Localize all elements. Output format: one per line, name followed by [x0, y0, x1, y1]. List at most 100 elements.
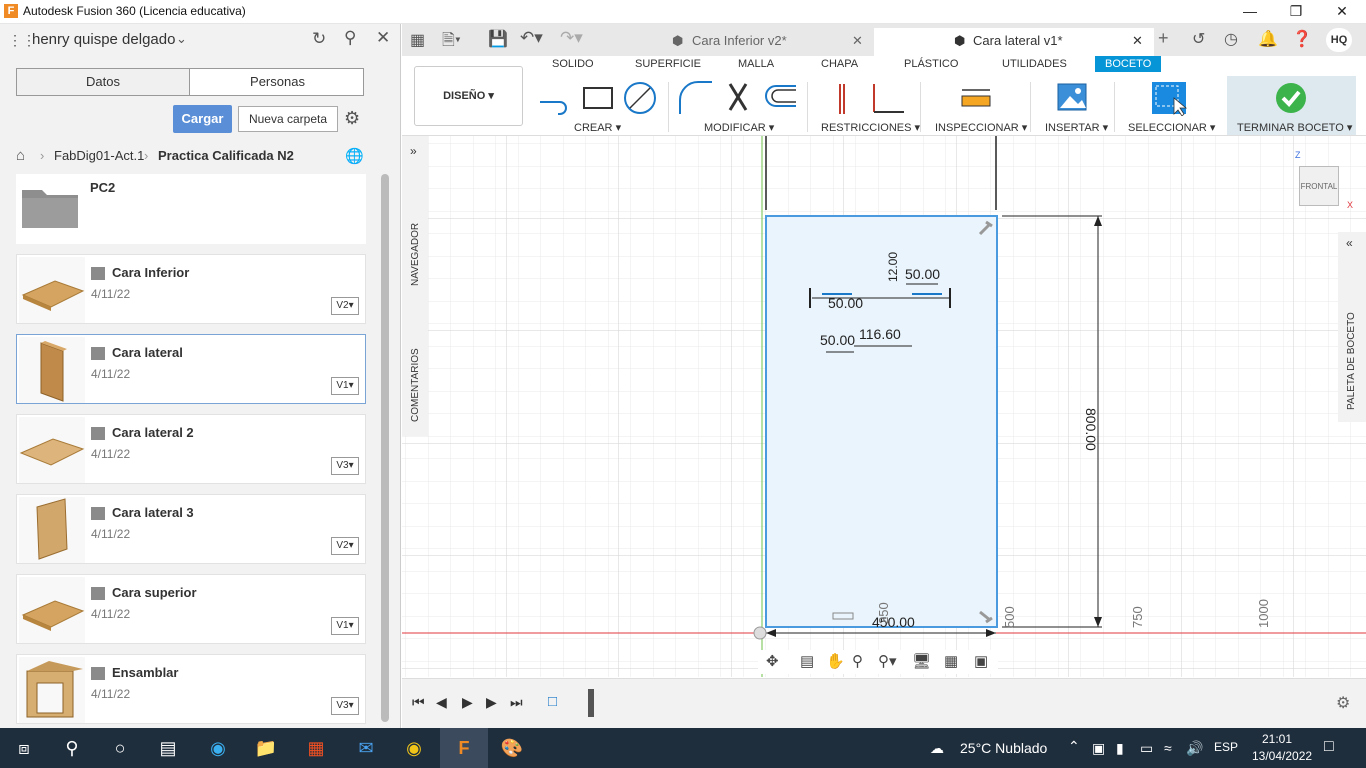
inspeccionar-menu[interactable]: INSPECCIONAR ▾	[935, 121, 1027, 134]
version-badge[interactable]: V3▾	[331, 457, 359, 475]
dim-height[interactable]: 800.00	[1083, 408, 1099, 451]
expand-browser-icon[interactable]: »	[410, 144, 417, 158]
redo-icon[interactable]: ↷▾	[560, 28, 583, 48]
mail-icon[interactable]: ✉	[342, 728, 390, 768]
display-settings-icon[interactable]: 🖥	[912, 652, 931, 670]
insertar-menu[interactable]: INSERTAR ▾	[1045, 121, 1108, 134]
extensions-icon[interactable]: ↺	[1192, 29, 1205, 49]
seleccionar-menu[interactable]: SELECCIONAR ▾	[1128, 121, 1215, 134]
sketch-palette-strip[interactable]: « PALETA DE BOCETO	[1338, 232, 1366, 422]
timeline-settings-icon[interactable]: ⚙	[1336, 693, 1350, 713]
clock-time[interactable]: 21:01	[1262, 732, 1292, 746]
close-panel-icon[interactable]: ✕	[376, 28, 390, 48]
dim-label[interactable]: 12.00	[886, 252, 900, 282]
start-icon[interactable]: ⧈	[0, 728, 48, 768]
sketch-viewport[interactable]	[402, 136, 1366, 677]
task-view-icon[interactable]: ▤	[144, 728, 192, 768]
tab-solido[interactable]: SOLIDO	[552, 58, 594, 70]
settings-gear-icon[interactable]: ⚙	[344, 108, 360, 129]
minimize-button[interactable]: —	[1227, 0, 1273, 24]
comments-label[interactable]: COMENTARIOS	[410, 348, 421, 422]
collapse-palette-icon[interactable]: «	[1346, 236, 1353, 250]
tray-usb-icon[interactable]: ▮	[1116, 740, 1124, 757]
document-tab[interactable]: ⬢ Cara Inferior v2* ✕	[596, 28, 872, 56]
breadcrumb-item[interactable]: FabDig01-Act.1	[54, 148, 144, 163]
new-folder-button[interactable]: Nueva carpeta	[238, 106, 338, 132]
file-item[interactable]: Cara lateral 2 4/11/22 V3▾	[16, 414, 366, 484]
go-to-start-icon[interactable]: ⏮	[412, 694, 425, 711]
tab-malla[interactable]: MALLA	[738, 58, 774, 70]
restricciones-menu[interactable]: RESTRICCIONES ▾	[821, 121, 920, 134]
version-badge[interactable]: V2▾	[331, 537, 359, 555]
step-back-icon[interactable]: ◀	[436, 694, 447, 711]
sketch-feature-icon[interactable]: □	[548, 693, 557, 710]
job-status-icon[interactable]: ◷	[1224, 29, 1238, 49]
file-item[interactable]: Ensamblar 4/11/22 V3▾	[16, 654, 366, 724]
version-badge[interactable]: V1▾	[331, 377, 359, 395]
tab-chapa[interactable]: CHAPA	[821, 58, 858, 70]
notifications-icon[interactable]: 🔔	[1258, 29, 1278, 49]
home-icon[interactable]: ⌂	[16, 147, 25, 164]
version-badge[interactable]: V2▾	[331, 297, 359, 315]
orbit-icon[interactable]: ✥	[766, 652, 779, 670]
search-icon[interactable]: ⚲	[344, 28, 356, 48]
user-name[interactable]: henry quispe delgado	[32, 31, 175, 48]
save-icon[interactable]: 💾	[488, 29, 508, 49]
modify-tools-icons[interactable]	[676, 80, 800, 116]
close-button[interactable]: ✕	[1319, 0, 1365, 24]
step-forward-icon[interactable]: ▶	[486, 694, 497, 711]
language-indicator[interactable]: ESP	[1214, 740, 1238, 754]
file-item[interactable]: Cara Inferior 4/11/22 V2▾	[16, 254, 366, 324]
app-grid-icon[interactable]: ▦	[410, 30, 425, 50]
search-icon[interactable]: ⚲	[48, 728, 96, 768]
weather-text[interactable]: 25°C Nublado	[960, 740, 1047, 756]
grid-settings-icon[interactable]: ▦	[944, 652, 958, 670]
tab-utilidades[interactable]: UTILIDADES	[1002, 58, 1067, 70]
timeline-marker[interactable]	[588, 689, 594, 717]
file-explorer-icon[interactable]: 📁	[242, 728, 290, 768]
select-icon[interactable]	[1150, 80, 1188, 116]
user-avatar[interactable]: HQ	[1326, 28, 1352, 52]
viewports-icon[interactable]: ▣	[974, 652, 988, 670]
version-badge[interactable]: V3▾	[331, 697, 359, 715]
version-badge[interactable]: V1▾	[331, 617, 359, 635]
modificar-menu[interactable]: MODIFICAR ▾	[704, 121, 774, 134]
file-item[interactable]: Cara lateral 3 4/11/22 V2▾	[16, 494, 366, 564]
battery-icon[interactable]: ▭	[1140, 740, 1153, 757]
chrome-icon[interactable]: ◉	[390, 728, 438, 768]
workspace-selector[interactable]: DISEÑO ▾	[414, 66, 523, 126]
tab-superficie[interactable]: SUPERFICIE	[635, 58, 701, 70]
chevron-down-icon[interactable]: ⌄	[176, 31, 187, 47]
edge-icon[interactable]: ◉	[194, 728, 242, 768]
navigator-label[interactable]: NAVEGADOR	[410, 223, 421, 286]
terminar-boceto-menu[interactable]: TERMINAR BOCETO ▾	[1237, 121, 1352, 134]
measure-icon[interactable]	[960, 86, 992, 110]
volume-icon[interactable]: 🔊	[1186, 740, 1203, 757]
new-tab-icon[interactable]: +	[1158, 28, 1169, 49]
upload-button[interactable]: Cargar	[173, 105, 232, 133]
finish-sketch-icon[interactable]	[1275, 82, 1307, 114]
tray-chevron-icon[interactable]: ⌃	[1068, 738, 1080, 755]
insert-image-icon[interactable]	[1056, 82, 1088, 112]
view-cube-face[interactable]: FRONTAL	[1299, 166, 1339, 206]
tab-plastico[interactable]: PLÁSTICO	[904, 58, 958, 70]
refresh-icon[interactable]: ↻	[312, 29, 326, 49]
file-list-scrollbar[interactable]	[381, 174, 389, 722]
weather-icon[interactable]: ☁	[930, 740, 944, 757]
dim-label[interactable]: 50.00	[905, 266, 940, 282]
constraint-tools-icons[interactable]	[828, 82, 908, 116]
wifi-icon[interactable]: ≈	[1164, 740, 1172, 756]
tab-personas[interactable]: Personas	[191, 69, 364, 95]
maximize-button[interactable]: ❐	[1273, 0, 1319, 24]
file-menu-icon[interactable]: 🗎▾	[442, 29, 461, 56]
crear-menu[interactable]: CREAR ▾	[574, 121, 621, 134]
tab-boceto[interactable]: BOCETO	[1095, 56, 1162, 72]
fit-icon[interactable]: ⚲▾	[878, 652, 897, 670]
paint-icon[interactable]: 🎨	[488, 728, 536, 768]
view-cube[interactable]: FRONTAL Z X	[1295, 150, 1355, 212]
document-tab-active[interactable]: ⬢ Cara lateral v1* ✕	[874, 28, 1154, 56]
undo-icon[interactable]: ↶▾	[520, 28, 543, 48]
file-item[interactable]: Cara superior 4/11/22 V1▾	[16, 574, 366, 644]
notification-center-icon[interactable]: □	[1324, 738, 1334, 756]
help-icon[interactable]: ❓	[1292, 29, 1312, 49]
